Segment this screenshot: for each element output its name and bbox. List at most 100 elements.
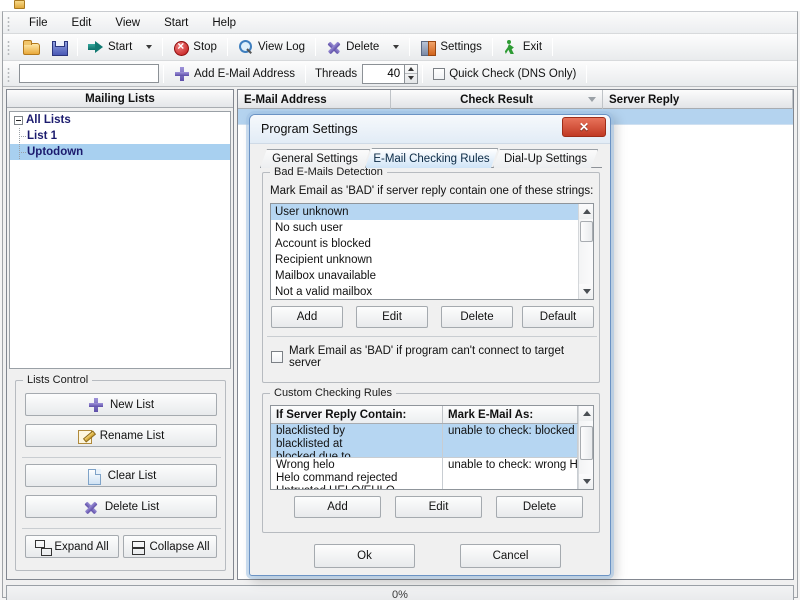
delete-dropdown-button[interactable] xyxy=(385,36,405,59)
cancel-button[interactable]: Cancel xyxy=(460,544,561,568)
quick-check-checkbox[interactable] xyxy=(433,67,446,80)
ok-button[interactable]: Ok xyxy=(314,544,415,568)
threads-stepper[interactable] xyxy=(362,63,419,84)
lists-control-title: Lists Control xyxy=(23,374,93,386)
settings-button[interactable]: Settings xyxy=(414,36,488,59)
custom-rules-delete-button[interactable]: Delete xyxy=(496,496,583,518)
custom-rules-add-button[interactable]: Add xyxy=(294,496,381,518)
table-row[interactable]: blacklisted by blacklisted at blocked du… xyxy=(271,424,593,458)
rename-list-label: Rename List xyxy=(99,429,165,442)
threads-decrement-button[interactable] xyxy=(405,73,418,83)
email-input[interactable] xyxy=(19,64,159,83)
column-check-result[interactable]: Check Result xyxy=(391,90,603,109)
bad-emails-delete-button[interactable]: Delete xyxy=(441,306,513,328)
menu-help[interactable]: Help xyxy=(200,14,248,32)
expand-all-label: Expand All xyxy=(54,540,109,553)
rule-contains-line: blacklisted at xyxy=(276,438,343,450)
menu-grip-icon[interactable] xyxy=(6,14,13,31)
menu-start[interactable]: Start xyxy=(152,14,200,32)
exit-button-label: Exit xyxy=(522,41,543,53)
custom-rules-edit-button[interactable]: Edit xyxy=(395,496,482,518)
close-icon[interactable]: ✕ xyxy=(562,117,606,137)
cannot-connect-label: Mark Email as 'BAD' if program can't con… xyxy=(289,345,565,369)
bad-emails-scrollbar[interactable] xyxy=(578,204,593,299)
list-item[interactable]: Recipient unknown xyxy=(271,252,593,268)
quick-check-checkbox-row[interactable]: Quick Check (DNS Only) xyxy=(427,62,582,85)
scroll-up-icon[interactable] xyxy=(579,406,593,421)
exit-button[interactable]: Exit xyxy=(497,36,548,59)
pencil-icon xyxy=(77,428,94,444)
custom-rules-scrollbar[interactable] xyxy=(578,406,593,489)
delete-button[interactable]: Delete xyxy=(320,36,385,59)
collapse-all-button[interactable]: Collapse All xyxy=(123,535,217,558)
cannot-connect-checkbox[interactable] xyxy=(271,351,283,363)
toolbar-separator xyxy=(162,38,164,56)
chevron-down-icon xyxy=(393,45,400,49)
running-man-icon xyxy=(503,39,519,55)
bad-emails-add-button[interactable]: Add xyxy=(271,306,343,328)
threads-spin-buttons[interactable] xyxy=(404,63,419,84)
app-icon xyxy=(14,0,25,9)
scroll-down-icon[interactable] xyxy=(579,474,593,489)
toolbar-separator xyxy=(491,38,493,56)
view-log-button[interactable]: View Log xyxy=(232,36,311,59)
toolbar2-grip-icon[interactable] xyxy=(6,65,13,82)
bad-emails-edit-button[interactable]: Edit xyxy=(356,306,428,328)
rule-mark-as-cell: unable to check: wrong HEL xyxy=(443,458,578,489)
button-label: Cancel xyxy=(492,550,529,562)
dialog-body: General Settings E-Mail Checking Rules D… xyxy=(254,145,606,571)
bad-emails-listbox[interactable]: User unknown No such user Account is blo… xyxy=(270,203,594,300)
menu-edit[interactable]: Edit xyxy=(60,14,104,32)
start-button[interactable]: Start xyxy=(82,36,138,59)
column-if-server-reply-contain[interactable]: If Server Reply Contain: xyxy=(271,406,443,423)
close-icon-glyph: ✕ xyxy=(578,120,590,134)
column-mark-email-as[interactable]: Mark E-Mail As: xyxy=(443,406,578,423)
delete-list-button[interactable]: Delete List xyxy=(25,495,217,518)
custom-rules-grid[interactable]: If Server Reply Contain: Mark E-Mail As:… xyxy=(270,405,594,490)
group-divider xyxy=(267,336,597,337)
threads-increment-button[interactable] xyxy=(405,65,417,74)
toolbar-grip-icon[interactable] xyxy=(6,39,13,55)
cannot-connect-checkbox-row[interactable]: Mark Email as 'BAD' if program can't con… xyxy=(271,345,599,369)
list-item[interactable]: Mailbox unavailable xyxy=(271,268,593,284)
tree-item-uptodown[interactable]: Uptodown xyxy=(10,144,230,160)
list-item[interactable]: User unknown xyxy=(271,204,579,220)
dialog-title-bar[interactable]: Program Settings ✕ xyxy=(250,115,610,144)
column-email-address[interactable]: E-Mail Address xyxy=(238,90,391,109)
start-dropdown-button[interactable] xyxy=(138,36,158,59)
tree-item-list-1[interactable]: List 1 xyxy=(10,128,230,144)
threads-input[interactable] xyxy=(362,63,405,84)
table-row[interactable]: Wrong helo Helo command rejected Untrust… xyxy=(271,458,593,489)
scroll-up-icon[interactable] xyxy=(579,204,593,219)
menu-file[interactable]: File xyxy=(17,14,60,32)
toolbar-separator xyxy=(586,64,588,83)
clear-list-button[interactable]: Clear List xyxy=(25,464,217,487)
bad-emails-default-button[interactable]: Default xyxy=(522,306,594,328)
expand-all-button[interactable]: Expand All xyxy=(25,535,119,558)
rename-list-button[interactable]: Rename List xyxy=(25,424,217,447)
settings-button-label: Settings xyxy=(440,41,482,53)
scrollbar-thumb[interactable] xyxy=(580,221,593,242)
column-header-label: Mark E-Mail As: xyxy=(448,408,534,421)
list-item[interactable]: No such user xyxy=(271,220,593,236)
mailing-lists-tree[interactable]: All Lists List 1 Uptodown xyxy=(9,111,231,369)
list-item[interactable]: Not a valid mailbox xyxy=(271,284,593,299)
open-button[interactable] xyxy=(17,36,45,59)
collapse-toggle-icon[interactable] xyxy=(14,115,23,125)
menu-view[interactable]: View xyxy=(103,14,152,32)
save-button[interactable] xyxy=(45,36,73,59)
new-list-button[interactable]: New List xyxy=(25,393,217,416)
tree-item-all-lists[interactable]: All Lists xyxy=(10,112,230,128)
add-email-address-button[interactable]: Add E-Mail Address xyxy=(168,62,301,85)
view-log-button-label: View Log xyxy=(257,41,306,53)
column-server-reply[interactable]: Server Reply xyxy=(603,90,793,109)
stop-icon xyxy=(173,38,190,56)
tab-dial-up-settings[interactable]: Dial-Up Settings xyxy=(493,149,598,168)
scroll-down-icon[interactable] xyxy=(579,284,593,299)
sort-descending-icon xyxy=(588,97,596,102)
scrollbar-thumb[interactable] xyxy=(580,426,593,460)
stop-button[interactable]: Stop xyxy=(167,36,223,59)
tab-email-checking-rules[interactable]: E-Mail Checking Rules xyxy=(365,148,498,168)
clear-list-label: Clear List xyxy=(107,469,157,482)
list-item[interactable]: Account is blocked xyxy=(271,236,593,252)
